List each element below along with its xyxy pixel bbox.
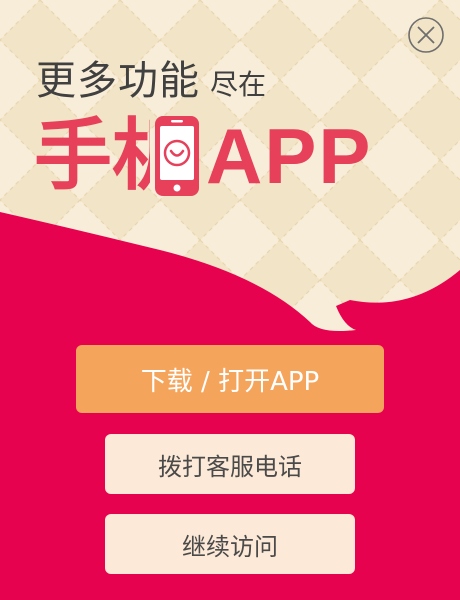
close-button[interactable] [407,16,445,54]
headline-sub: 尽在 [210,68,267,101]
download-open-app-button[interactable]: 下载 / 打开APP [76,345,384,413]
app-title: 手 机 APP [34,108,372,204]
close-circle-icon [408,17,444,53]
app-title-char-1: 手 [34,111,113,201]
continue-visit-button[interactable]: 继续访问 [105,514,355,574]
app-promo-popup: 更多功能尽在 手 机 APP 下载 / 打开APP 拨打客服电话 继续访问 [0,0,460,600]
call-support-button[interactable]: 拨打客服电话 [105,434,355,494]
app-title-suffix: APP [206,112,373,200]
smiling-phone-icon [152,114,202,198]
headline: 更多功能 尽在 [36,48,266,106]
headline-main: 更多功能 [36,58,200,104]
app-title-char-2: 机 [112,108,150,204]
